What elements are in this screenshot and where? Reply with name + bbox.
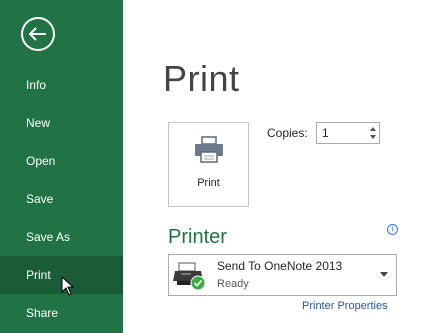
- backstage-sidebar: Info New Open Save Save As Print Share: [0, 0, 123, 333]
- copies-value[interactable]: 1: [322, 126, 329, 140]
- sidebar-item-open[interactable]: Open: [0, 142, 123, 180]
- back-arrow-icon[interactable]: [21, 17, 55, 51]
- info-icon[interactable]: i: [387, 224, 398, 235]
- printer-icon: [193, 136, 225, 169]
- copies-stepper[interactable]: 1: [316, 122, 380, 144]
- spin-down-icon[interactable]: [370, 135, 376, 139]
- print-button[interactable]: Print: [168, 122, 249, 207]
- printer-section-title: Printer: [168, 226, 227, 248]
- printer-dropdown[interactable]: Send To OneNote 2013 Ready: [168, 254, 397, 296]
- mouse-cursor-icon: [61, 275, 75, 301]
- chevron-down-icon[interactable]: [380, 272, 388, 277]
- printer-device-icon: [173, 261, 207, 296]
- sidebar-item-save-as[interactable]: Save As: [0, 218, 123, 256]
- sidebar-item-new[interactable]: New: [0, 104, 123, 142]
- printer-status: Ready: [217, 278, 249, 290]
- page-title: Print: [163, 58, 240, 99]
- printer-properties-link[interactable]: Printer Properties: [302, 300, 388, 312]
- spin-up-icon[interactable]: [370, 127, 376, 131]
- sidebar-item-save[interactable]: Save: [0, 180, 123, 218]
- print-button-label: Print: [197, 177, 220, 189]
- printer-name: Send To OneNote 2013: [217, 259, 343, 273]
- copies-label: Copies:: [267, 126, 308, 140]
- sidebar-item-info[interactable]: Info: [0, 66, 123, 104]
